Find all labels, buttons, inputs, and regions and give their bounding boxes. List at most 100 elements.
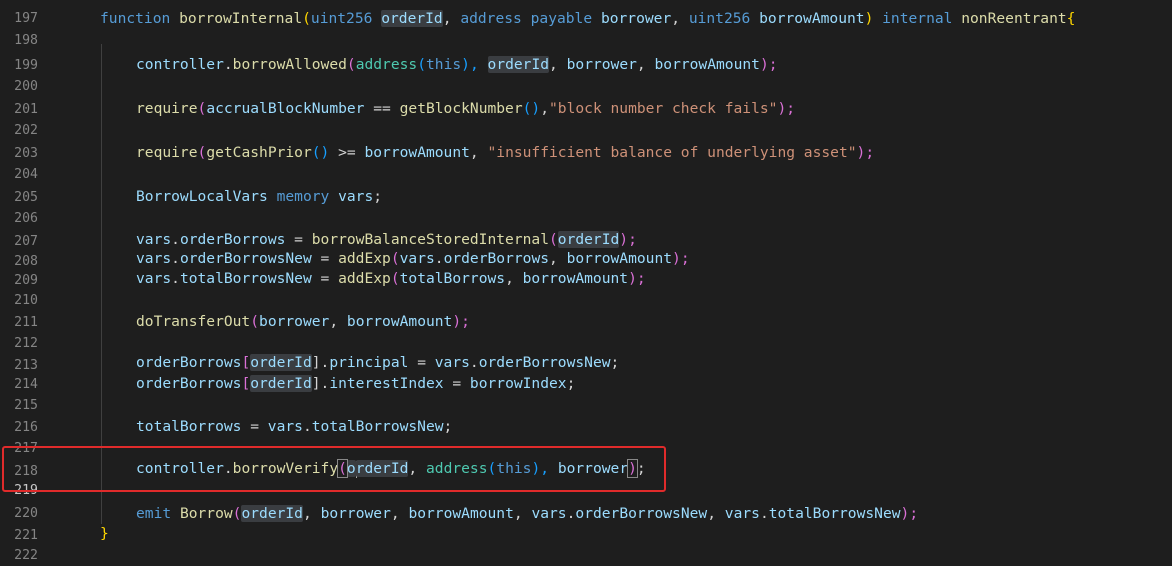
function-name: borrowBalanceStoredInternal	[311, 231, 549, 248]
identifier: borrowIndex	[469, 375, 567, 392]
event-name: Borrow	[179, 505, 233, 522]
punctuation: ,	[442, 10, 461, 27]
identifier: vars	[267, 418, 303, 435]
code-line-221: 221 emit Borrow(orderId, borrower, borro…	[0, 503, 1172, 543]
bracket: ),	[461, 56, 488, 73]
string-literal: "block number check fails"	[549, 100, 778, 117]
identifier: orderBorrows	[136, 354, 242, 371]
punctuation: ,	[302, 505, 321, 522]
function-name: addExp	[338, 250, 391, 267]
bracket: );	[900, 505, 919, 522]
code-line-205: 205	[0, 165, 1172, 205]
punctuation: ,	[549, 56, 567, 73]
identifier: totalBorrows	[399, 270, 506, 287]
bracket: (	[197, 100, 207, 117]
type-cast: address	[355, 56, 418, 73]
identifier: orderBorrows	[443, 250, 550, 267]
code-line-207: 207	[0, 209, 1172, 249]
code-line-223: 223	[0, 543, 1172, 565]
code-line-217: 217 totalBorrows = vars.totalBorrowsNew;	[0, 416, 1172, 456]
punctuation: ,	[390, 505, 409, 522]
identifier: interestIndex	[329, 375, 444, 392]
operator: =	[311, 250, 339, 267]
code-text: vars.totalBorrowsNew = addExp(totalBorro…	[136, 268, 646, 290]
parameter: borrower	[600, 10, 672, 27]
code-text: doTransferOut(borrower, borrowAmount);	[136, 311, 470, 333]
punctuation: ,	[707, 505, 725, 522]
keyword: payable	[530, 10, 593, 27]
bracket: (	[197, 144, 207, 161]
highlight-annotation-box	[2, 446, 666, 492]
code-line-215: 215 orderBorrows[orderId].interestIndex …	[0, 373, 1172, 413]
code-text: emit Borrow(orderId, borrower, borrowAmo…	[136, 503, 918, 525]
punctuation: .	[759, 505, 769, 522]
bracket: (	[390, 270, 400, 287]
function-name: require	[136, 100, 198, 117]
keyword: function	[100, 10, 171, 27]
identifier: borrowAmount	[408, 505, 514, 522]
identifier: principal	[329, 354, 409, 371]
operator: =	[311, 270, 339, 287]
operator: >=	[329, 144, 365, 161]
bracket: (	[302, 10, 311, 27]
bracket: (	[390, 250, 400, 267]
code-line-198: 198 function borrowInternal(uint256 orde…	[0, 8, 1172, 48]
identifier: borrower	[320, 505, 391, 522]
bracket: );	[619, 231, 637, 248]
identifier: vars	[399, 250, 435, 267]
parameter: borrowAmount	[759, 10, 865, 27]
operator: =	[408, 354, 435, 371]
identifier: orderBorrows	[179, 231, 286, 248]
bracket: ()	[522, 100, 541, 117]
code-text: orderBorrows[orderId].principal = vars.o…	[136, 352, 619, 374]
punctuation: .	[302, 418, 312, 435]
bracket: (	[417, 56, 427, 73]
identifier: orderBorrowsNew	[179, 250, 312, 267]
punctuation: .	[223, 56, 233, 73]
punctuation: .	[171, 231, 180, 248]
function-name: doTransferOut	[136, 313, 251, 330]
function-name: require	[136, 144, 198, 161]
operator: =	[241, 418, 268, 435]
punctuation: .	[469, 354, 479, 371]
operator: =	[285, 231, 312, 248]
identifier-highlighted: orderId	[250, 354, 312, 371]
code-text: vars.orderBorrowsNew = addExp(vars.order…	[136, 248, 690, 270]
code-line-210: 210 vars.totalBorrowsNew = addExp(totalB…	[0, 268, 1172, 308]
code-editor[interactable]: 197 198 function borrowInternal(uint256 …	[0, 0, 1172, 566]
identifier: totalBorrowsNew	[311, 418, 444, 435]
identifier: accrualBlockNumber	[206, 100, 365, 117]
bracket: [	[241, 354, 251, 371]
operator: ==	[364, 100, 400, 117]
type-name: BorrowLocalVars	[136, 188, 268, 205]
punctuation: ].	[311, 375, 330, 392]
modifier-name: nonReentrant	[961, 10, 1067, 27]
punctuation: ;	[610, 354, 620, 371]
identifier: orderBorrowsNew	[575, 505, 708, 522]
code-line-203: 203	[0, 121, 1172, 161]
keyword: emit	[136, 505, 172, 522]
code-line-216: 216	[0, 395, 1172, 435]
function-name: addExp	[338, 270, 391, 287]
punctuation: .	[434, 250, 444, 267]
code-text: controller.borrowAllowed(address(this), …	[136, 54, 778, 76]
punctuation: .	[171, 270, 180, 287]
identifier: borrower	[259, 313, 330, 330]
operator: =	[443, 375, 470, 392]
identifier: totalBorrows	[136, 418, 242, 435]
bracket: );	[856, 144, 875, 161]
bracket: );	[777, 100, 796, 117]
code-line-197: 197	[0, 0, 1172, 26]
bracket: );	[628, 270, 646, 287]
identifier: vars	[531, 505, 567, 522]
type-keyword: uint256	[310, 10, 373, 27]
function-name: getBlockNumber	[399, 100, 523, 117]
identifier: borrowAmount	[364, 144, 470, 161]
code-text: require(getCashPrior() >= borrowAmount, …	[136, 142, 874, 164]
punctuation: ,	[513, 505, 532, 522]
punctuation: ,	[636, 56, 655, 73]
punctuation: ,	[329, 313, 347, 330]
